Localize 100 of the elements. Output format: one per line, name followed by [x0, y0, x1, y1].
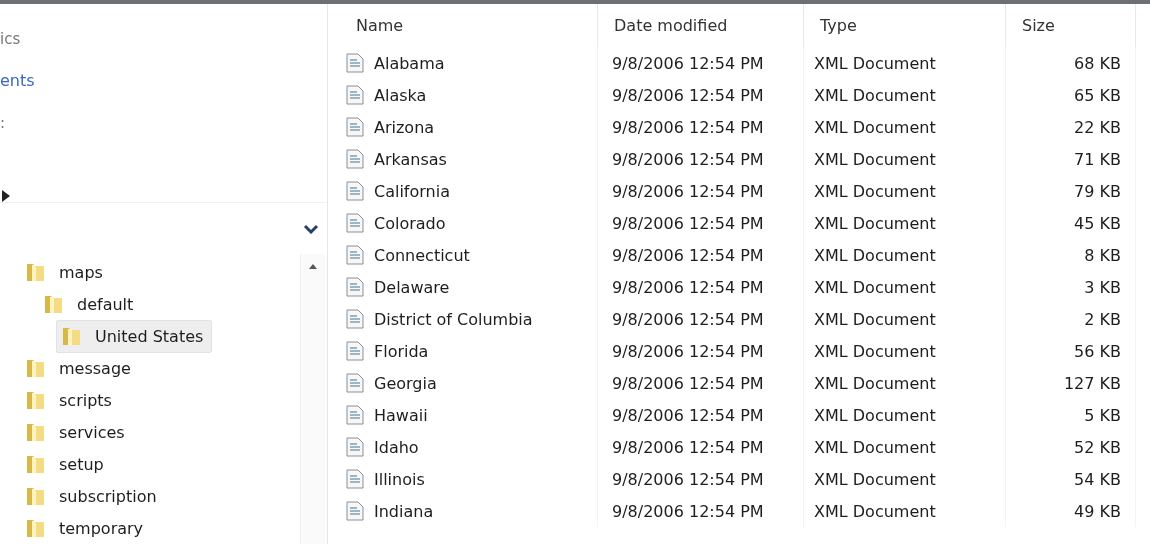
table-cell: XML Document [804, 79, 1006, 111]
folder-icon [25, 517, 47, 539]
file-name[interactable]: Idaho [374, 437, 419, 457]
column-header[interactable]: Name [340, 4, 598, 47]
file-name[interactable]: California [374, 181, 450, 201]
table-cell: 9/8/2006 12:54 PM [598, 111, 804, 143]
table-cell: XML Document [804, 303, 1006, 335]
table-cell: 9/8/2006 12:54 PM [598, 239, 804, 271]
nav-link[interactable]: ents [0, 66, 327, 96]
file-name[interactable]: Alabama [374, 53, 445, 73]
table-cell: XML Document [804, 271, 1006, 303]
table-cell: XML Document [804, 335, 1006, 367]
table-cell: 9/8/2006 12:54 PM [598, 367, 804, 399]
table-cell: XML Document [804, 495, 1006, 527]
table-cell: 9/8/2006 12:54 PM [598, 271, 804, 303]
table-cell: XML Document [804, 47, 1006, 79]
column-header[interactable]: Date modified [598, 4, 804, 47]
document-icon [346, 277, 364, 297]
table-cell: 9/8/2006 12:54 PM [598, 463, 804, 495]
table-cell: XML Document [804, 207, 1006, 239]
document-icon [346, 341, 364, 361]
nav-item[interactable]: : [0, 108, 327, 138]
folder-item[interactable]: setup [20, 447, 113, 481]
column-header[interactable]: Type [804, 4, 1006, 47]
folder-icon [43, 293, 65, 315]
folder-item[interactable]: default [38, 287, 143, 321]
table-cell: 54 KB [1006, 463, 1136, 495]
file-name[interactable]: Florida [374, 341, 429, 361]
table-cell: XML Document [804, 111, 1006, 143]
table-cell: 79 KB [1006, 175, 1136, 207]
table-cell: XML Document [804, 399, 1006, 431]
file-name[interactable]: Illinois [374, 469, 425, 489]
table-cell: 22 KB [1006, 111, 1136, 143]
folder-icon [25, 357, 47, 379]
folder-icon [25, 261, 47, 283]
document-icon [346, 437, 364, 457]
file-name[interactable]: Georgia [374, 373, 437, 393]
folder-icon [25, 453, 47, 475]
table-cell: 3 KB [1006, 271, 1136, 303]
file-name[interactable]: Connecticut [374, 245, 470, 265]
table-cell: XML Document [804, 239, 1006, 271]
expand-arrow-icon[interactable] [2, 190, 10, 202]
table-cell: 68 KB [1006, 47, 1136, 79]
folder-item[interactable]: temporary [20, 511, 153, 544]
table-cell: 9/8/2006 12:54 PM [598, 207, 804, 239]
folder-icon [25, 485, 47, 507]
table-cell: 49 KB [1006, 495, 1136, 527]
table-cell: 52 KB [1006, 431, 1136, 463]
document-icon [346, 85, 364, 105]
table-cell: 9/8/2006 12:54 PM [598, 495, 804, 527]
scroll-up-icon[interactable] [309, 264, 317, 269]
document-icon [346, 181, 364, 201]
folder-icon [61, 325, 83, 347]
table-cell: 127 KB [1006, 367, 1136, 399]
table-cell: XML Document [804, 367, 1006, 399]
nav-item[interactable]: ics [0, 24, 327, 54]
table-cell: XML Document [804, 175, 1006, 207]
table-cell: 9/8/2006 12:54 PM [598, 47, 804, 79]
table-cell: 45 KB [1006, 207, 1136, 239]
document-icon [346, 405, 364, 425]
file-name[interactable]: Hawaii [374, 405, 428, 425]
table-cell: XML Document [804, 431, 1006, 463]
document-icon [346, 117, 364, 137]
document-icon [346, 149, 364, 169]
file-name[interactable]: Indiana [374, 501, 434, 521]
folder-icon [25, 389, 47, 411]
folder-item[interactable]: maps [20, 255, 112, 289]
table-cell: 9/8/2006 12:54 PM [598, 431, 804, 463]
chevron-down-icon[interactable] [303, 223, 319, 234]
file-name[interactable]: Delaware [374, 277, 450, 297]
table-cell: 8 KB [1006, 239, 1136, 271]
file-name[interactable]: Arkansas [374, 149, 447, 169]
folder-item[interactable]: message [20, 351, 140, 385]
document-icon [346, 373, 364, 393]
folder-item[interactable]: United States [56, 319, 213, 353]
column-header[interactable]: Size [1006, 4, 1136, 47]
document-icon [346, 245, 364, 265]
document-icon [346, 469, 364, 489]
table-cell: XML Document [804, 463, 1006, 495]
table-cell: 9/8/2006 12:54 PM [598, 335, 804, 367]
table-cell: 65 KB [1006, 79, 1136, 111]
folder-icon [25, 421, 47, 443]
table-cell: 5 KB [1006, 399, 1136, 431]
table-cell: 9/8/2006 12:54 PM [598, 303, 804, 335]
table-cell: 9/8/2006 12:54 PM [598, 175, 804, 207]
document-icon [346, 309, 364, 329]
folder-item[interactable]: scripts [20, 383, 121, 417]
file-name[interactable]: Alaska [374, 85, 427, 105]
file-name[interactable]: Colorado [374, 213, 446, 233]
table-cell: 9/8/2006 12:54 PM [598, 399, 804, 431]
file-name[interactable]: District of Columbia [374, 309, 533, 329]
table-cell: XML Document [804, 143, 1006, 175]
folder-item[interactable]: subscription [20, 479, 166, 513]
table-cell: 2 KB [1006, 303, 1136, 335]
folder-item[interactable]: services [20, 415, 134, 449]
document-icon [346, 213, 364, 233]
table-cell: 71 KB [1006, 143, 1136, 175]
document-icon [346, 53, 364, 73]
file-name[interactable]: Arizona [374, 117, 435, 137]
document-icon [346, 501, 364, 521]
